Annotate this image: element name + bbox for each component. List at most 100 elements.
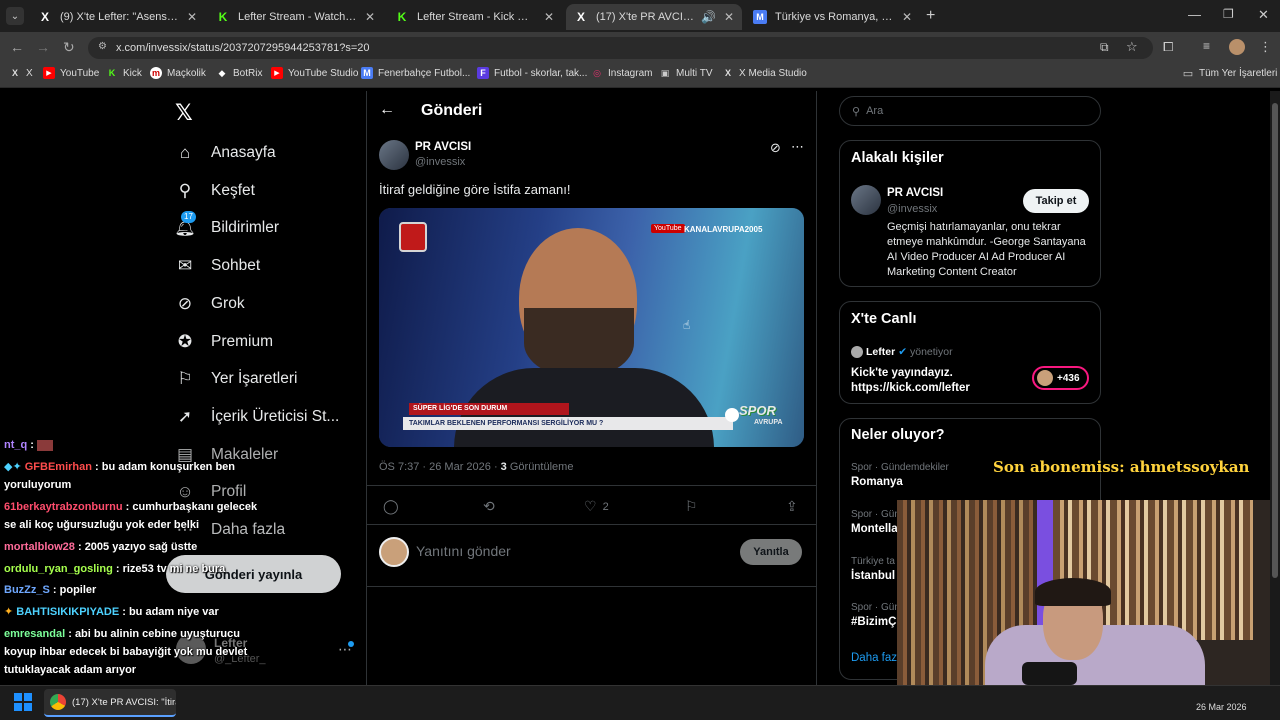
related-name[interactable]: PR AVCISI: [887, 187, 943, 199]
back-button[interactable]: ←: [10, 39, 24, 55]
back-arrow-icon[interactable]: ←: [379, 101, 395, 119]
bookmark-instagram[interactable]: ◎ Instagram: [591, 67, 652, 79]
extensions-icon[interactable]: ⧠: [1163, 39, 1173, 55]
soccer-ball-icon: [725, 408, 739, 422]
related-avatar[interactable]: [851, 185, 881, 215]
install-app-icon[interactable]: ⧉: [1100, 40, 1109, 55]
reply-button-label: Yanıtla: [753, 546, 789, 558]
youtube-studio-icon: ▶: [271, 67, 283, 79]
site-info-icon[interactable]: ⚙: [98, 41, 107, 52]
nav-notifications[interactable]: 🔔︎ 17 Bildirimler: [174, 211, 279, 238]
author-handle[interactable]: @invessix: [415, 156, 465, 168]
live-listeners[interactable]: +436: [1032, 366, 1089, 390]
bookmark-x-media[interactable]: X X Media Studio: [722, 67, 807, 79]
new-tab-button[interactable]: +: [926, 7, 935, 25]
start-button[interactable]: [14, 693, 32, 711]
tab-lefter-x[interactable]: X (9) X'te Lefter: "Asensio'yu göre" ✕: [30, 4, 205, 30]
taskbar-chrome-app[interactable]: (17) X'te PR AVCISI: "İtira: [44, 689, 176, 717]
kick-logo-icon: K: [397, 10, 407, 24]
folder-icon: ▭: [1182, 67, 1194, 80]
bookmark-x[interactable]: XX: [9, 67, 33, 79]
windows-logo-icon: [24, 703, 32, 711]
nav-grok[interactable]: ⊘ Grok: [175, 294, 245, 314]
close-icon[interactable]: ✕: [544, 10, 554, 24]
tab-title: Lefter Stream - Kick Dashboard: [417, 11, 536, 23]
tab-pr-avcisi-active[interactable]: X (17) X'te PR AVCISI: "İtiraf ge 🔊 ✕: [566, 4, 742, 30]
taskbar: [0, 685, 1280, 720]
trend-item[interactable]: #BizimÇ: [851, 616, 896, 628]
nav-chat[interactable]: ✉ Sohbet: [175, 256, 260, 276]
media-control-icon[interactable]: ≡: [1203, 39, 1210, 53]
nav-explore[interactable]: ⚲ Keşfet: [175, 181, 255, 201]
audio-icon[interactable]: 🔊: [701, 10, 716, 24]
forward-button[interactable]: →: [36, 39, 50, 55]
chat-username: mortalblow28: [4, 541, 75, 553]
trend-item[interactable]: Romanya: [851, 476, 903, 488]
tab-kick-stream[interactable]: K Lefter Stream - Watch Live on Kick ✕: [208, 4, 383, 30]
more-options-icon[interactable]: ⋯: [791, 139, 804, 155]
address-bar[interactable]: ⚙ x.com/invessix/status/2037207295944253…: [88, 37, 1153, 59]
reply-input[interactable]: Yanıtını gönder: [416, 543, 511, 559]
scrollbar-thumb[interactable]: [1272, 103, 1278, 578]
bookmark-icon[interactable]: ⚐: [685, 498, 698, 515]
grok-explain-icon[interactable]: ⊘: [770, 140, 781, 156]
trend-item[interactable]: Montella: [851, 523, 898, 535]
post-time[interactable]: ÖS 7:37 · 26 Mar 2026 ·: [379, 461, 501, 473]
nav-home[interactable]: ⌂ Anasayfa: [175, 143, 276, 163]
bookmark-futbol[interactable]: F Futbol - skorlar, tak...: [477, 67, 587, 79]
share-icon[interactable]: ⇪: [786, 498, 798, 515]
maximize-button[interactable]: ❐: [1223, 7, 1234, 21]
all-bookmarks[interactable]: ▭ Tüm Yer İşaretleri: [1182, 67, 1278, 80]
live-text[interactable]: Kick'te yayındayız. https://kick.com/lef…: [851, 366, 1021, 396]
show-more-link[interactable]: Daha faz: [851, 652, 897, 664]
close-icon[interactable]: ✕: [902, 10, 912, 24]
author-name[interactable]: PR AVCISI: [415, 141, 471, 153]
x-home-logo-icon[interactable]: 𝕏: [175, 100, 193, 126]
bookmark-mackolik[interactable]: m Maçkolik: [150, 67, 206, 79]
profile-avatar[interactable]: [1229, 39, 1245, 55]
nav-bookmarks[interactable]: ⚐ Yer İşaretleri: [175, 369, 297, 389]
follow-button[interactable]: Takip et: [1023, 189, 1089, 213]
close-icon[interactable]: ✕: [187, 10, 197, 24]
related-handle[interactable]: @invessix: [887, 203, 937, 215]
bookmark-botrix[interactable]: ◆ BotRix: [216, 67, 263, 79]
close-window-button[interactable]: ✕: [1258, 7, 1269, 23]
my-avatar[interactable]: [379, 537, 409, 567]
tab-mackolik[interactable]: M Türkiye vs Romanya, 26.03.2026 ✕: [745, 4, 920, 30]
bookmark-kick[interactable]: K Kick: [106, 67, 142, 79]
chat-username: 61berkaytrabzonburnu: [4, 501, 123, 513]
close-icon[interactable]: ✕: [365, 10, 375, 24]
divider: [366, 586, 817, 587]
nav-premium[interactable]: ✪ Premium: [175, 332, 273, 352]
windows-logo-icon: [24, 693, 32, 701]
post-video[interactable]: YouTube KANALAVRUPA2005 SÜPER LİG'DE SON…: [379, 208, 804, 447]
menu-icon[interactable]: ⋮: [1259, 39, 1272, 55]
bookmark-multitv[interactable]: ▣ Multi TV: [659, 67, 713, 79]
grok-icon: ⊘: [177, 294, 193, 313]
like-button[interactable]: ♡ 2: [584, 498, 609, 515]
mouse-cursor: ☝: [683, 318, 691, 332]
nav-creator-studio[interactable]: ➚ İçerik Üreticisi St...: [175, 407, 339, 427]
bookmark-youtube[interactable]: ▶ YouTube: [43, 67, 99, 79]
post-text: İtiraf geldiğine göre İstifa zamanı!: [379, 182, 571, 197]
live-host[interactable]: Lefter ✔ yönetiyor: [866, 346, 953, 358]
bookmark-fenerbahce[interactable]: M Fenerbahçe Futbol...: [361, 67, 470, 79]
author-avatar[interactable]: [379, 140, 409, 170]
repost-icon[interactable]: ⟲: [483, 498, 495, 515]
post-meta: ÖS 7:37 · 26 Mar 2026 · 3 Görüntüleme: [379, 461, 573, 473]
follow-label: Takip et: [1035, 195, 1077, 207]
trend-item[interactable]: İstanbul: [851, 570, 895, 582]
fenerbahce-icon: M: [361, 67, 373, 79]
bookmark-star-icon[interactable]: ☆: [1126, 39, 1138, 55]
tab-kick-dashboard[interactable]: K Lefter Stream - Kick Dashboard ✕: [387, 4, 562, 30]
reload-button[interactable]: ↻: [63, 39, 75, 56]
close-icon[interactable]: ✕: [724, 10, 734, 24]
reply-submit-button[interactable]: Yanıtla: [740, 539, 802, 565]
listener-avatar: [1037, 370, 1053, 386]
minimize-button[interactable]: —: [1188, 7, 1201, 22]
search-input[interactable]: ⚲ Ara: [839, 96, 1101, 126]
bookmark-youtube-studio[interactable]: ▶ YouTube Studio: [271, 67, 358, 79]
nav-label: Sohbet: [211, 257, 261, 274]
reply-icon[interactable]: ◯: [383, 498, 399, 515]
tab-search-button[interactable]: ⌄: [6, 7, 24, 25]
